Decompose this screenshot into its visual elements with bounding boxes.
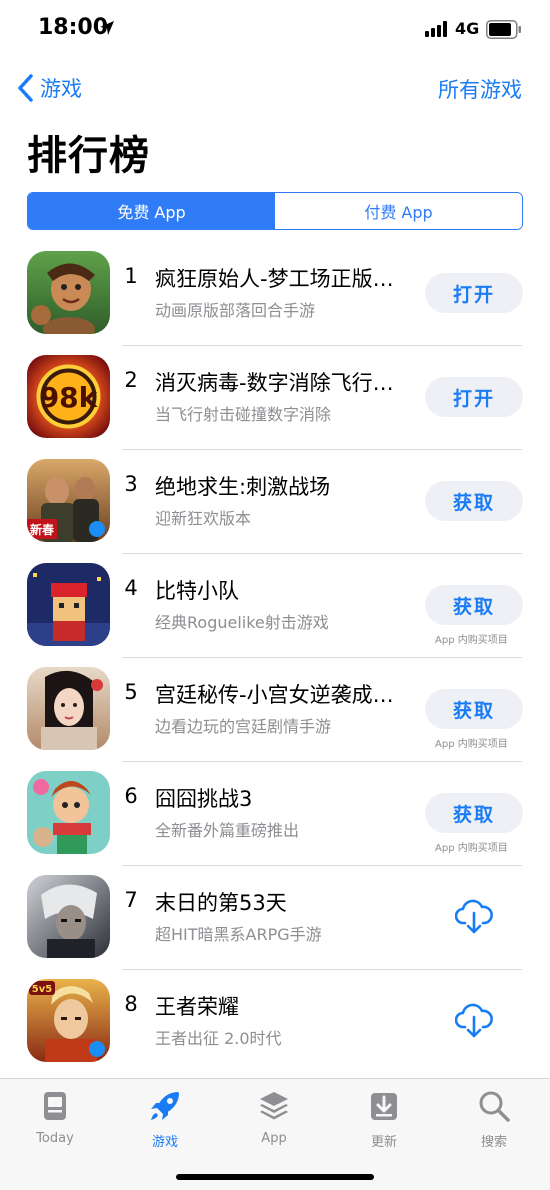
home-indicator: [176, 1174, 374, 1180]
app-subtitle: 迎新狂欢版本: [155, 509, 252, 528]
in-app-purchase-note: App 内购买项目: [435, 843, 508, 854]
app-icon-croods: [27, 251, 110, 334]
tab-label: App: [261, 1131, 287, 1146]
app-icon-virus-buster: 98k: [27, 355, 110, 438]
svg-text:98k: 98k: [40, 381, 99, 414]
app-icon-pubg-mobile: 新春: [27, 459, 110, 542]
tab-updates[interactable]: 更新: [344, 1089, 424, 1150]
back-button[interactable]: 游戏: [16, 70, 82, 106]
tab-label: 搜索: [480, 1135, 507, 1150]
segment-free-apps[interactable]: 免费 App: [28, 193, 275, 229]
list-item[interactable]: 5v5 8 王者荣耀 王者出征 2.0时代: [0, 970, 550, 1074]
list-item[interactable]: 98k 2 消灭病毒-数字消除飞行射击 当飞行射击碰撞数字消除 打开: [0, 346, 550, 450]
app-name: 疯狂原始人-梦工场正版授权: [155, 267, 410, 291]
get-button[interactable]: 获取: [425, 585, 523, 625]
app-rank: 7: [124, 888, 138, 912]
app-subtitle: 经典Roguelike射击游戏: [155, 613, 329, 632]
app-name: 宫廷秘传-小宫女逆袭成王后: [155, 683, 410, 707]
layers-icon: [260, 1092, 288, 1120]
pricing-segmented-control: 免费 App 付费 App: [27, 192, 523, 230]
app-icon-day-53: [27, 875, 110, 958]
tab-search[interactable]: 搜索: [454, 1089, 534, 1150]
today-icon: [44, 1092, 66, 1120]
cloud-download-icon[interactable]: [455, 899, 493, 935]
app-rank: 6: [124, 784, 138, 808]
app-subtitle: 王者出征 2.0时代: [155, 1029, 282, 1048]
app-rank: 4: [124, 576, 138, 600]
app-name: 囧囧挑战3: [155, 787, 253, 811]
back-label: 游戏: [40, 77, 82, 101]
app-subtitle: 当飞行射击碰撞数字消除: [155, 405, 332, 424]
app-name: 消灭病毒-数字消除飞行射击: [155, 371, 410, 395]
app-rank: 8: [124, 992, 138, 1016]
rocket-icon: [151, 1092, 179, 1120]
cellular-signal-icon: [425, 21, 447, 37]
app-subtitle: 全新番外篇重磅推出: [155, 821, 300, 840]
app-name: 王者荣耀: [155, 995, 239, 1019]
app-icon-bit-squad: [27, 563, 110, 646]
tab-apps[interactable]: App: [234, 1089, 314, 1146]
page-title: 排行榜: [27, 133, 150, 179]
app-rank: 1: [124, 264, 138, 288]
app-name: 比特小队: [155, 579, 239, 603]
segment-paid-apps[interactable]: 付费 App: [275, 193, 522, 229]
in-app-purchase-note: App 内购买项目: [435, 635, 508, 646]
list-item[interactable]: 1 疯狂原始人-梦工场正版授权 动画原版部落回合手游 打开: [0, 242, 550, 346]
list-item[interactable]: 新春 3 绝地求生:刺激战场 迎新狂欢版本 获取: [0, 450, 550, 554]
ranking-list: 1 疯狂原始人-梦工场正版授权 动画原版部落回合手游 打开 98k 2 消灭病毒…: [0, 242, 550, 1074]
network-type: 4G: [455, 19, 480, 38]
list-item[interactable]: 5 宫廷秘传-小宫女逆袭成王后 边看边玩的宫廷剧情手游 获取 App 内购买项目: [0, 658, 550, 762]
app-rank: 3: [124, 472, 138, 496]
all-games-link[interactable]: 所有游戏: [438, 74, 522, 104]
location-arrow-icon: [100, 21, 114, 35]
cloud-download-icon[interactable]: [455, 1003, 493, 1039]
tab-label: Today: [36, 1131, 74, 1146]
app-icon-palace-secrets: [27, 667, 110, 750]
tab-label: 更新: [370, 1135, 397, 1150]
search-icon: [479, 1091, 510, 1122]
list-item[interactable]: 4 比特小队 经典Roguelike射击游戏 获取 App 内购买项目: [0, 554, 550, 658]
app-subtitle: 边看边玩的宫廷剧情手游: [155, 717, 332, 736]
status-bar: 18:00 4G: [0, 0, 550, 60]
app-rank: 2: [124, 368, 138, 392]
tab-today[interactable]: Today: [15, 1089, 95, 1146]
app-icon-jiongjiong-challenge: [27, 771, 110, 854]
download-tray-icon: [371, 1093, 397, 1120]
app-icon-honor-of-kings: 5v5: [27, 979, 110, 1062]
app-rank: 5: [124, 680, 138, 704]
get-button[interactable]: 获取: [425, 793, 523, 833]
list-item[interactable]: 6 囧囧挑战3 全新番外篇重磅推出 获取 App 内购买项目: [0, 762, 550, 866]
get-button[interactable]: 获取: [425, 689, 523, 729]
get-button[interactable]: 获取: [425, 481, 523, 521]
app-subtitle: 超HIT暗黑系ARPG手游: [155, 925, 322, 944]
in-app-purchase-note: App 内购买项目: [435, 739, 508, 750]
app-name: 末日的第53天: [155, 891, 287, 915]
list-item[interactable]: 7 末日的第53天 超HIT暗黑系ARPG手游: [0, 866, 550, 970]
tab-games[interactable]: 游戏: [125, 1089, 205, 1150]
svg-text:新春: 新春: [30, 522, 55, 537]
svg-text:5v5: 5v5: [32, 984, 52, 995]
chevron-left-icon: [18, 74, 33, 102]
status-time: 18:00: [38, 15, 109, 40]
tab-label: 游戏: [151, 1135, 178, 1150]
open-button[interactable]: 打开: [425, 273, 523, 313]
battery-icon: [486, 20, 521, 39]
open-button[interactable]: 打开: [425, 377, 523, 417]
app-subtitle: 动画原版部落回合手游: [155, 301, 316, 320]
app-name: 绝地求生:刺激战场: [155, 475, 331, 499]
